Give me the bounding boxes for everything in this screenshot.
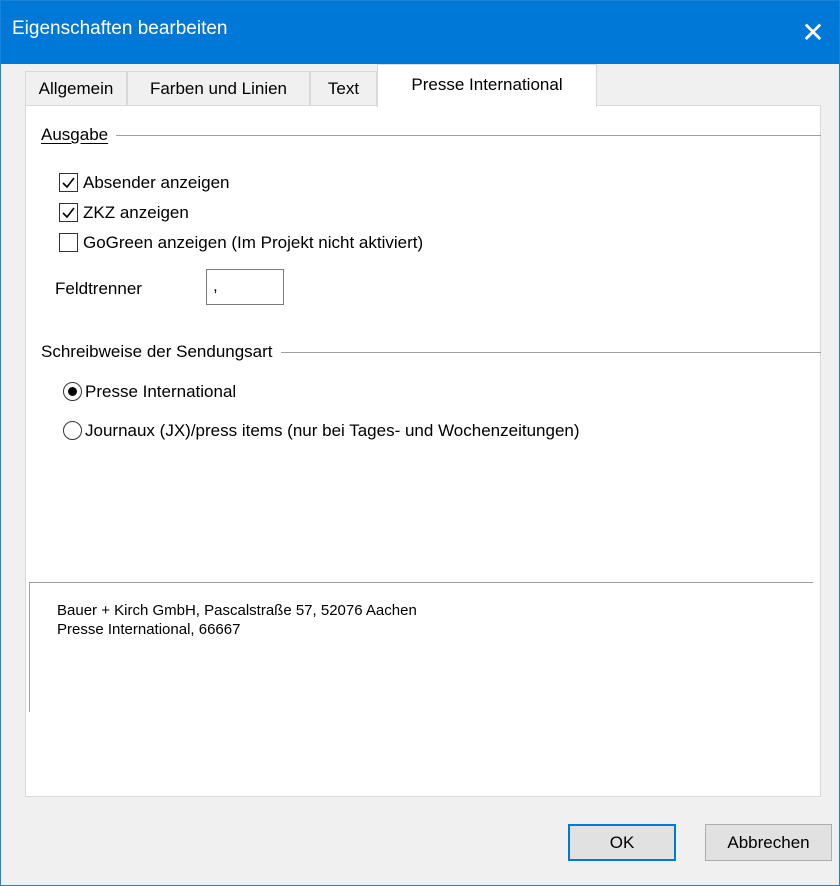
tab-farben-und-linien[interactable]: Farben und Linien <box>127 71 310 105</box>
close-icon[interactable]: ✕ <box>787 1 839 64</box>
checkbox-label-absender[interactable]: Absender anzeigen <box>83 173 230 193</box>
checkbox-zkz[interactable] <box>59 203 78 222</box>
feldtrenner-label: Feldtrenner <box>55 279 142 298</box>
radio-presse-international[interactable] <box>63 382 82 401</box>
checkbox-label-zkz[interactable]: ZKZ anzeigen <box>83 203 189 223</box>
preview-line: Presse International, 66667 <box>57 621 241 638</box>
checkmark-icon <box>62 177 75 189</box>
group-label-ausgabe: Ausgabe <box>41 125 117 145</box>
checkbox-absender[interactable] <box>59 173 78 192</box>
radio-label-journaux[interactable]: Journaux (JX)/press items (nur bei Tages… <box>85 421 580 441</box>
cancel-button[interactable]: Abbrechen <box>705 824 832 861</box>
radio-selected-icon <box>68 387 77 396</box>
checkmark-icon <box>62 207 75 219</box>
checkbox-gogreen[interactable] <box>59 233 78 252</box>
group-divider-ausgabe <box>41 135 821 136</box>
radio-label-presse-international[interactable]: Presse International <box>85 382 236 402</box>
address-preview: Bauer + Kirch GmbH, Pascalstraße 57, 520… <box>29 582 813 712</box>
title-bar[interactable]: Eigenschaften bearbeiten ✕ <box>1 1 839 64</box>
tab-presse-international[interactable]: Presse International <box>377 64 597 107</box>
group-label-schreibweise: Schreibweise der Sendungsart <box>41 342 281 362</box>
ok-button[interactable]: OK <box>568 824 676 861</box>
tab-text[interactable]: Text <box>310 71 377 105</box>
dialog-window: Eigenschaften bearbeiten ✕ Allgemein Far… <box>0 0 840 886</box>
tab-allgemein[interactable]: Allgemein <box>25 71 127 105</box>
feldtrenner-input[interactable]: , <box>206 269 284 305</box>
dialog-title: Eigenschaften bearbeiten <box>12 18 228 39</box>
preview-line: Bauer + Kirch GmbH, Pascalstraße 57, 520… <box>57 602 417 619</box>
radio-journaux[interactable] <box>63 421 82 440</box>
checkbox-label-gogreen[interactable]: GoGreen anzeigen (Im Projekt nicht aktiv… <box>83 233 423 253</box>
